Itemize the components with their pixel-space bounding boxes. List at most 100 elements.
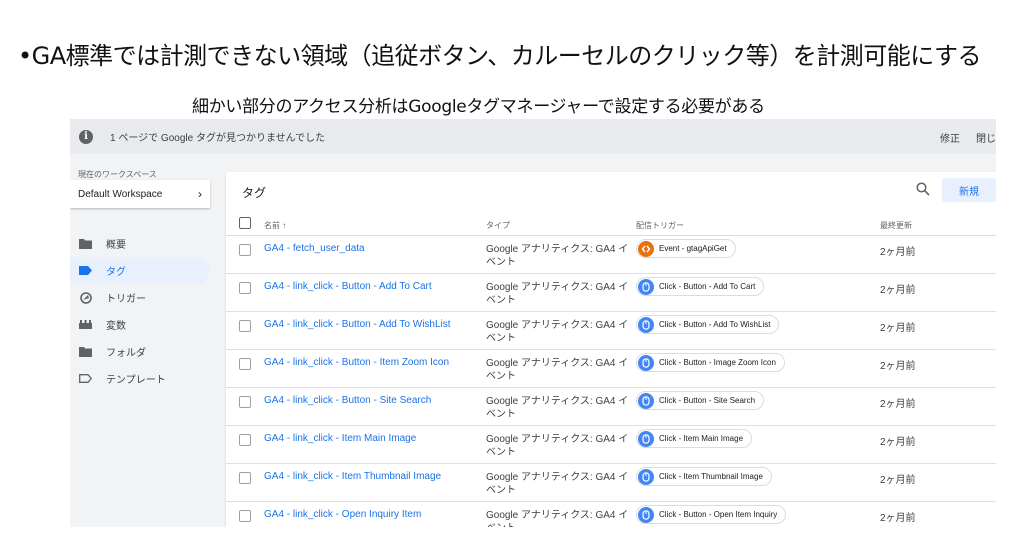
sidebar-item-overview[interactable]: 概要 [70, 230, 210, 257]
folder-icon [79, 237, 92, 250]
info-icon: i [79, 129, 93, 144]
trigger-chip[interactable]: Event - gtagApiGet [636, 239, 736, 258]
table-row[interactable]: GA4 - fetch_user_data Google アナリティクス: GA4… [226, 236, 996, 274]
folder-icon [79, 345, 92, 358]
workspace-label: 現在のワークスペース [78, 170, 157, 179]
sidebar-item-label: 変数 [106, 321, 126, 332]
panel-title: タグ [242, 186, 267, 200]
tag-name-link[interactable]: GA4 - link_click - Button - Item Zoom Ic… [264, 357, 449, 368]
tag-icon [79, 264, 92, 277]
click-icon [638, 354, 654, 371]
click-icon [638, 506, 654, 523]
sidebar-item-triggers[interactable]: トリガー [70, 284, 210, 311]
sidebar-item-templates[interactable]: テンプレート [70, 365, 210, 392]
last-updated: 2ヶ月前 [880, 437, 916, 448]
click-icon [638, 278, 654, 295]
column-header-name[interactable]: 名前 ↑ [264, 220, 286, 231]
banner-fix-button[interactable]: 修正 [940, 130, 960, 145]
new-tag-button[interactable]: 新規 [942, 178, 996, 202]
slide-subtitle: 細かい部分のアクセス分析はGoogleタグマネージャーで設定する必要がある [192, 97, 765, 117]
sidebar-item-label: トリガー [106, 294, 146, 305]
table-row[interactable]: GA4 - link_click - Button - Add To Cart G… [226, 274, 996, 312]
trigger-chip[interactable]: Click - Button - Site Search [636, 391, 765, 410]
trigger-name: Click - Button - Image Zoom Icon [659, 358, 776, 367]
trigger-chip[interactable]: Click - Item Thumbnail Image [636, 467, 772, 486]
tag-name-link[interactable]: GA4 - fetch_user_data [264, 243, 365, 254]
trigger-name: Click - Item Main Image [659, 434, 744, 443]
sidebar-item-label: タグ [106, 267, 126, 278]
row-checkbox[interactable] [239, 358, 251, 370]
sidebar-item-folders[interactable]: フォルダ [70, 338, 210, 365]
notice-banner: i 1 ページで Google タグが見つかりませんでした 修正 閉じ [70, 119, 996, 154]
last-updated: 2ヶ月前 [880, 399, 916, 410]
gtm-screenshot: i 1 ページで Google タグが見つかりませんでした 修正 閉じ 現在のワ… [70, 119, 996, 527]
tag-name-link[interactable]: GA4 - link_click - Item Main Image [264, 433, 416, 444]
sidebar-item-label: フォルダ [106, 348, 146, 359]
table-row[interactable]: GA4 - link_click - Item Thumbnail Image G… [226, 464, 996, 502]
last-updated: 2ヶ月前 [880, 513, 916, 524]
tag-type: Google アナリティクス: GA4 イベント [486, 396, 629, 420]
trigger-name: Click - Button - Site Search [659, 396, 756, 405]
tag-type: Google アナリティクス: GA4 イベント [486, 320, 629, 344]
slide-title: •GA標準では計測できない領域（追従ボタン、カルーセルのクリック等）を計測可能に… [18, 42, 981, 70]
row-checkbox[interactable] [239, 282, 251, 294]
click-icon [638, 316, 654, 333]
template-icon [79, 372, 92, 385]
workspace-selector[interactable]: Default Workspace › [70, 180, 210, 208]
tag-name-link[interactable]: GA4 - link_click - Button - Site Search [264, 395, 431, 406]
trigger-chip[interactable]: Click - Item Main Image [636, 429, 753, 448]
column-header-type[interactable]: タイプ [486, 220, 510, 231]
tag-type: Google アナリティクス: GA4 イベント [486, 358, 629, 382]
tag-name-link[interactable]: GA4 - link_click - Button - Add To WishL… [264, 319, 451, 330]
chevron-right-icon: › [198, 187, 202, 201]
sidebar-item-tags[interactable]: タグ [70, 257, 210, 284]
search-icon[interactable] [916, 182, 930, 201]
row-checkbox[interactable] [239, 244, 251, 256]
last-updated: 2ヶ月前 [880, 247, 916, 258]
banner-close-button[interactable]: 閉じ [976, 130, 996, 145]
row-checkbox[interactable] [239, 320, 251, 332]
column-header-trigger[interactable]: 配信トリガー [636, 220, 684, 231]
tag-type: Google アナリティクス: GA4 イベント [486, 282, 629, 306]
select-all-checkbox[interactable] [239, 217, 251, 229]
sidebar-nav: 概要 タグ トリガー 変数 フォルダ テンプレート [70, 230, 210, 392]
tags-panel: タグ 新規 名前 ↑ タイプ 配信トリガー 最終更新 GA4 - fetch_u… [226, 172, 996, 527]
table-row[interactable]: GA4 - link_click - Button - Item Zoom Ic… [226, 350, 996, 388]
last-updated: 2ヶ月前 [880, 323, 916, 334]
tag-name-link[interactable]: GA4 - link_click - Button - Add To Cart [264, 281, 432, 292]
tag-type: Google アナリティクス: GA4 イベント [486, 472, 629, 496]
tag-name-link[interactable]: GA4 - link_click - Open Inquiry Item [264, 509, 421, 520]
trigger-chip[interactable]: Click - Button - Open Item Inquiry [636, 505, 787, 524]
table-row[interactable]: GA4 - link_click - Open Inquiry Item Goog… [226, 502, 996, 527]
click-icon [638, 468, 654, 485]
trigger-chip[interactable]: Click - Button - Add To WishList [636, 315, 780, 334]
click-icon [638, 430, 654, 447]
variables-icon [79, 318, 92, 331]
last-updated: 2ヶ月前 [880, 285, 916, 296]
table-row[interactable]: GA4 - link_click - Button - Add To WishL… [226, 312, 996, 350]
table-row[interactable]: GA4 - link_click - Button - Site Search G… [226, 388, 996, 426]
row-checkbox[interactable] [239, 434, 251, 446]
sidebar-item-label: テンプレート [106, 375, 166, 386]
row-checkbox[interactable] [239, 472, 251, 484]
table-row[interactable]: GA4 - link_click - Item Main Image Google… [226, 426, 996, 464]
trigger-icon [79, 291, 92, 304]
trigger-name: Click - Button - Add To WishList [659, 320, 771, 329]
workspace-name: Default Workspace [78, 188, 163, 200]
row-checkbox[interactable] [239, 396, 251, 408]
tag-type: Google アナリティクス: GA4 イベント [486, 244, 629, 268]
banner-message: 1 ページで Google タグが見つかりませんでした [110, 133, 326, 144]
trigger-name: Click - Item Thumbnail Image [659, 472, 763, 481]
tag-name-link[interactable]: GA4 - link_click - Item Thumbnail Image [264, 471, 441, 482]
click-icon [638, 392, 654, 409]
trigger-name: Click - Button - Open Item Inquiry [659, 510, 778, 519]
row-checkbox[interactable] [239, 510, 251, 522]
column-header-updated[interactable]: 最終更新 [880, 220, 912, 231]
trigger-name: Event - gtagApiGet [659, 244, 727, 253]
trigger-chip[interactable]: Click - Button - Add To Cart [636, 277, 765, 296]
trigger-chip[interactable]: Click - Button - Image Zoom Icon [636, 353, 785, 372]
tag-type: Google アナリティクス: GA4 イベント [486, 510, 629, 527]
last-updated: 2ヶ月前 [880, 475, 916, 486]
sidebar-item-label: 概要 [106, 240, 126, 251]
sidebar-item-variables[interactable]: 変数 [70, 311, 210, 338]
